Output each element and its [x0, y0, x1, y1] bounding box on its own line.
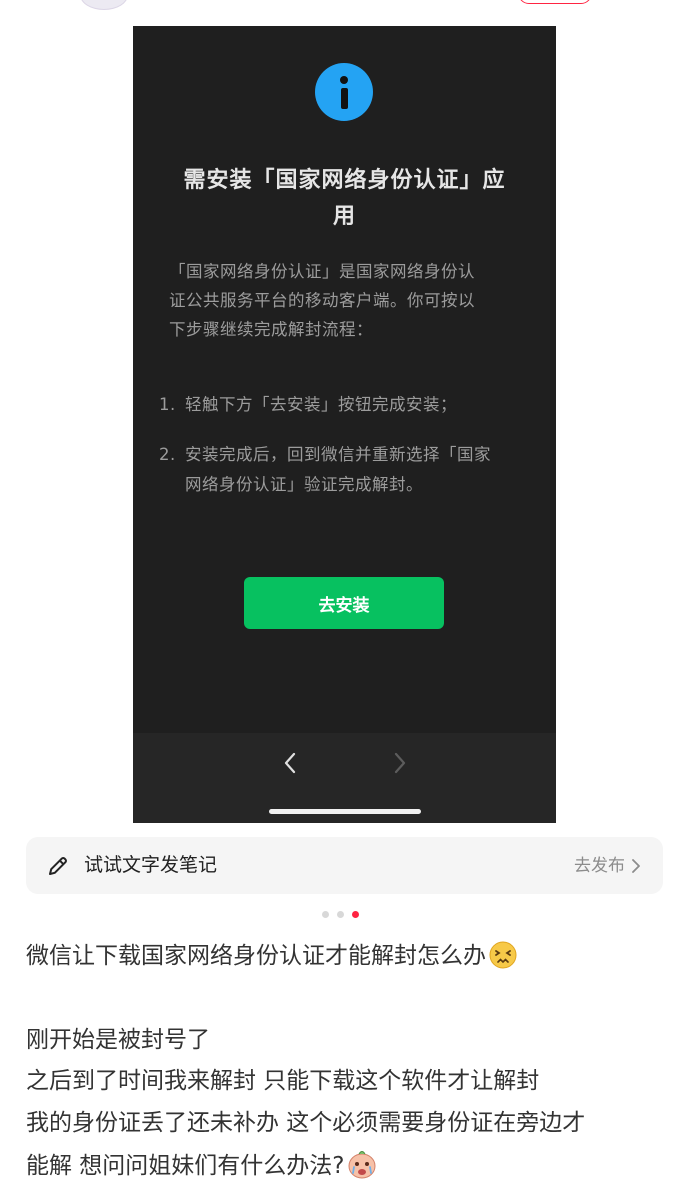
pencil-icon	[49, 857, 67, 875]
publish-label: 去发布	[574, 856, 625, 876]
step-text: 安装完成后，回到微信并重新选择「国家	[185, 445, 491, 464]
chevron-right-icon	[632, 859, 640, 873]
step-number: 2.	[159, 445, 176, 464]
publish-link[interactable]: 去发布	[574, 854, 641, 878]
post-title-text: 微信让下载国家网络身份认证才能解封怎么办	[26, 943, 486, 969]
carousel-dot	[322, 911, 329, 918]
carousel-dot	[337, 911, 344, 918]
home-indicator	[269, 809, 421, 814]
crying-sticker-icon	[348, 1151, 376, 1179]
step-text: 网络身份认证」验证完成解封。	[185, 475, 423, 494]
post-line: 刚开始是被封号了	[26, 1027, 210, 1053]
carousel-dot-active	[352, 911, 359, 918]
post-line: 我的身份证丢了还未补办 这个必须需要身份证在旁边才	[26, 1110, 586, 1136]
dialog-description-line: 「国家网络身份认证」是国家网络身份认	[169, 262, 475, 281]
chevron-left-icon[interactable]	[280, 750, 300, 776]
screenshot-image: 需安装「国家网络身份认证」应 用 「国家网络身份认证」是国家网络身份认 证公共服…	[133, 26, 556, 823]
dialog-title-line: 需安装「国家网络身份认证」应	[183, 168, 506, 193]
post-line-last: 能解 想问问姐妹们有什么办法?	[26, 1148, 676, 1182]
follow-button[interactable]	[518, 0, 592, 4]
dialog-title-line: 用	[332, 204, 356, 229]
dialog-description: 「国家网络身份认证」是国家网络身份认 证公共服务平台的移动客户端。你可按以 下步…	[169, 257, 519, 344]
browser-nav-bar	[133, 733, 556, 823]
post-line: 之后到了时间我来解封 只能下载这个软件才让解封	[26, 1068, 540, 1094]
dialog-description-line: 证公共服务平台的移动客户端。你可按以	[169, 291, 475, 310]
confounded-face-icon	[489, 941, 517, 969]
dialog-description-line: 下步骤继续完成解封流程：	[169, 320, 373, 339]
install-button[interactable]: 去安装	[244, 577, 444, 629]
step-text: 轻触下方「去安装」按钮完成安装；	[185, 395, 457, 414]
chevron-right-icon[interactable]	[390, 750, 410, 776]
author-avatar[interactable]	[80, 0, 128, 10]
text-note-label: 试试文字发笔记	[84, 854, 218, 876]
post-title: 微信让下载国家网络身份认证才能解封怎么办	[26, 940, 676, 972]
dialog-title: 需安装「国家网络身份认证」应 用	[163, 163, 526, 235]
info-icon	[315, 63, 373, 121]
text-note-bar[interactable]: 试试文字发笔记 去发布	[26, 837, 663, 894]
step-number: 1.	[159, 395, 176, 414]
post-line-text: 能解 想问问姐妹们有什么办法?	[26, 1153, 345, 1179]
